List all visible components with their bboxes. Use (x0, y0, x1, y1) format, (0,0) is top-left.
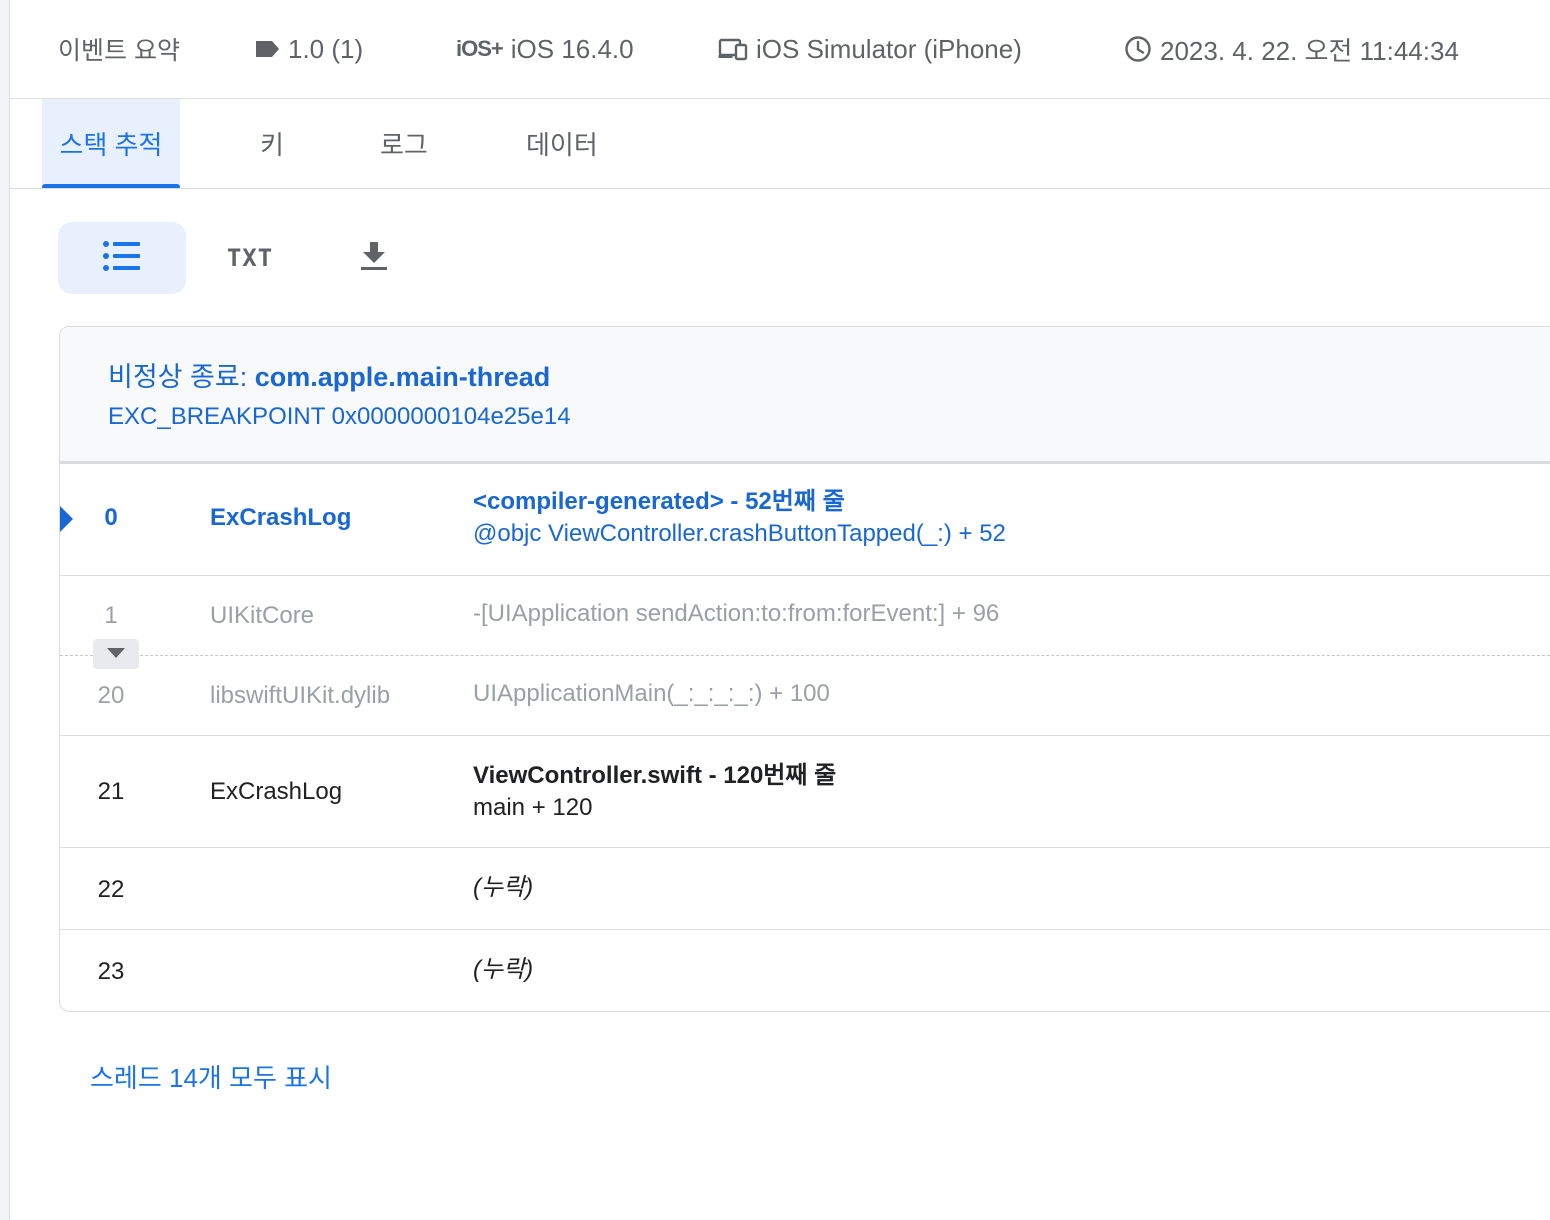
frame-row-20[interactable]: 20 libswiftUIKit.dylib UIApplicationMain… (60, 656, 1550, 736)
frame-number: 23 (97, 958, 125, 985)
frame-symbol-block: <compiler-generated> - 52번째 줄 @objc View… (473, 486, 1006, 550)
frame-library: libswiftUIKit.dylib (210, 682, 391, 709)
tab-label: 로그 (380, 130, 428, 160)
crashed-thread-name: com.apple.main-thread (254, 362, 551, 392)
expand-frames-button[interactable] (93, 639, 139, 669)
frame-symbol: (누락) (473, 956, 534, 983)
download-icon (360, 240, 388, 277)
crash-title: 비정상 종료: com.apple.main-thread (108, 355, 550, 394)
frame-library: UIKitCore (210, 602, 315, 629)
tab-data[interactable]: 데이터 (526, 99, 598, 188)
frame-row-1[interactable]: 1 UIKitCore -[UIApplication sendAction:t… (60, 576, 1550, 656)
ios-badge-icon: iOS+ (456, 36, 504, 61)
os-item: iOS+ iOS 16.4.0 (456, 0, 634, 98)
stack-trace-card: 비정상 종료: com.apple.main-thread EXC_BREAKP… (59, 326, 1550, 1012)
crash-title-prefix: 비정상 종료: (108, 362, 255, 392)
frame-row-0[interactable]: 0 ExCrashLog <compiler-generated> - 52번째… (60, 464, 1550, 576)
tab-label: 키 (260, 130, 284, 160)
list-icon (102, 240, 142, 277)
summary-title: 이벤트 요약 (58, 37, 180, 65)
active-tab-indicator (42, 184, 180, 188)
frame-row-23[interactable]: 23 (누락) (60, 930, 1550, 1011)
frame-row-22[interactable]: 22 (누락) (60, 848, 1550, 930)
frame-number: 1 (104, 602, 118, 629)
device-name: iOS Simulator (iPhone) (756, 33, 1022, 64)
crash-frame-marker-icon (60, 506, 73, 532)
frame-file-line: ViewController.swift - 120번째 줄 (473, 762, 837, 789)
app-version: 1.0 (1) (288, 33, 364, 64)
frame-row-21[interactable]: 21 ExCrashLog ViewController.swift - 120… (60, 736, 1550, 848)
frame-number: 20 (97, 682, 125, 709)
txt-label: TXT (226, 244, 274, 272)
frame-number: 22 (97, 876, 125, 903)
crash-header: 비정상 종료: com.apple.main-thread EXC_BREAKP… (60, 327, 1550, 464)
txt-view-button[interactable]: TXT (205, 222, 295, 294)
show-all-threads-link[interactable]: 스레드 14개 모두 표시 (90, 1058, 332, 1095)
time-item: 2023. 4. 22. 오전 11:44:34 (1124, 0, 1459, 98)
event-summary-bar: 이벤트 요약 1.0 (1) iOS+ iOS 16.4.0 iOS Simul… (10, 0, 1550, 99)
frame-symbol: main + 120 (473, 794, 593, 821)
devices-icon (718, 37, 748, 61)
frame-symbol: UIApplicationMain(_:_:_:_:) + 100 (473, 680, 830, 707)
clock-icon (1124, 35, 1152, 63)
chevron-down-icon (107, 645, 125, 663)
exception-info: EXC_BREAKPOINT 0x0000000104e25e14 (108, 403, 571, 430)
frame-symbol: @objc ViewController.crashButtonTapped(_… (473, 520, 1006, 547)
os-version: iOS 16.4.0 (510, 33, 634, 64)
event-time: 2023. 4. 22. 오전 11:44:34 (1160, 35, 1459, 66)
label-tag-icon (254, 40, 280, 58)
tab-keys[interactable]: 키 (260, 99, 284, 188)
tab-label: 데이터 (526, 130, 598, 160)
version-item: 1.0 (1) (254, 0, 363, 98)
frame-number: 21 (97, 778, 125, 805)
frame-symbol: (누락) (473, 874, 534, 901)
detail-tabs: 스택 추적 키 로그 데이터 (10, 99, 1550, 189)
list-view-button[interactable] (58, 222, 186, 294)
tab-label: 스택 추적 (59, 130, 163, 160)
frame-library: ExCrashLog (210, 504, 352, 531)
frame-library: ExCrashLog (210, 778, 343, 805)
frame-symbol: -[UIApplication sendAction:to:from:forEv… (473, 600, 1000, 627)
tab-logs[interactable]: 로그 (380, 99, 428, 188)
tab-stack-trace[interactable]: 스택 추적 (42, 99, 180, 188)
download-button[interactable] (338, 222, 410, 294)
frame-symbol-block: ViewController.swift - 120번째 줄 main + 12… (473, 760, 836, 824)
left-panel-edge (0, 0, 10, 1220)
frame-number: 0 (104, 504, 118, 531)
frame-file-line: <compiler-generated> - 52번째 줄 (473, 488, 845, 515)
summary-title-item: 이벤트 요약 (58, 0, 180, 98)
device-item: iOS Simulator (iPhone) (718, 0, 1022, 98)
